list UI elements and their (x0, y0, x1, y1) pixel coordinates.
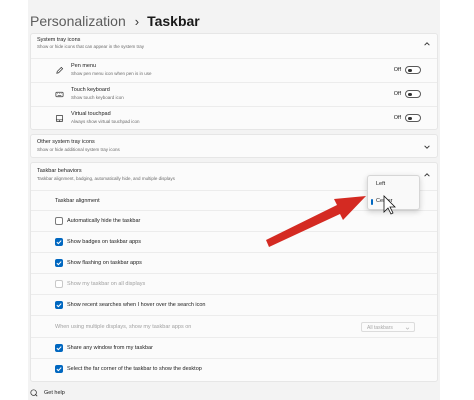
toggle-state-label: Off (393, 115, 401, 121)
row-subtitle: Show touch keyboard icon (71, 95, 124, 100)
all-displays-row: Show my taskbar on all displays (31, 273, 437, 294)
alignment-option-center[interactable]: Center (376, 198, 393, 204)
chevron-down-icon[interactable] (423, 143, 431, 151)
row-title: Touch keyboard (71, 87, 110, 93)
breadcrumb-separator: › (134, 13, 140, 29)
keyboard-icon (55, 90, 64, 99)
multi-display-row: When using multiple displays, show my ta… (31, 315, 437, 337)
section-subtitle: Taskbar alignment, badging, automaticall… (37, 176, 175, 181)
get-help-label: Get help (44, 390, 65, 396)
row-subtitle: Always show virtual touchpad icon (71, 119, 140, 124)
alignment-option-left[interactable]: Left (376, 181, 385, 187)
checkbox-label: Automatically hide the taskbar (67, 218, 141, 224)
help-icon (30, 389, 38, 397)
share-window-row[interactable]: Share any window from my taskbar (31, 337, 437, 358)
flashing-checkbox[interactable] (55, 259, 63, 267)
virtual-touchpad-toggle[interactable] (405, 114, 421, 122)
recent-searches-checkbox[interactable] (55, 301, 63, 309)
chevron-up-icon[interactable] (423, 40, 431, 48)
checkbox-label: Show badges on taskbar apps (67, 239, 141, 245)
checkbox-label: Show flashing on taskbar apps (67, 260, 142, 266)
page-title: Taskbar (147, 13, 200, 29)
row-subtitle: Show pen menu icon when pen is in use (71, 71, 152, 76)
badges-row[interactable]: Show badges on taskbar apps (31, 231, 437, 252)
breadcrumb: Personalization › Taskbar (30, 11, 200, 31)
row-title: Pen menu (71, 63, 97, 69)
system-tray-icons-header[interactable]: System tray icons Show or hide icons tha… (31, 34, 437, 54)
dropdown-value: All taskbars (367, 324, 393, 331)
chevron-down-icon (405, 327, 410, 330)
auto-hide-row[interactable]: Automatically hide the taskbar (31, 210, 437, 231)
breadcrumb-personalization[interactable]: Personalization (30, 13, 126, 29)
section-title: System tray icons (37, 37, 81, 43)
checkbox-label: Show recent searches when I hover over t… (67, 302, 206, 308)
touch-keyboard-row: Touch keyboard Show touch keyboard icon … (31, 82, 437, 106)
section-subtitle: Show or hide additional system tray icon… (37, 147, 120, 152)
show-desktop-checkbox[interactable] (55, 365, 63, 373)
all-displays-checkbox (55, 280, 63, 288)
section-subtitle: Show or hide icons that can appear in th… (37, 44, 145, 49)
toggle-state-label: Off (393, 67, 401, 73)
chevron-up-icon[interactable] (423, 171, 431, 179)
row-title: Virtual touchpad (71, 111, 111, 117)
virtual-touchpad-row: Virtual touchpad Always show virtual tou… (31, 106, 437, 130)
pen-icon (55, 66, 64, 75)
section-title: Taskbar behaviors (37, 168, 82, 174)
pen-menu-row: Pen menu Show pen menu icon when pen is … (31, 58, 437, 82)
checkbox-label: Share any window from my taskbar (67, 345, 153, 351)
recent-searches-row[interactable]: Show recent searches when I hover over t… (31, 294, 437, 315)
touchpad-icon (55, 114, 64, 123)
selection-indicator (371, 199, 373, 205)
system-tray-icons-section: System tray icons Show or hide icons tha… (30, 33, 438, 130)
touch-keyboard-toggle[interactable] (405, 90, 421, 98)
flashing-row[interactable]: Show flashing on taskbar apps (31, 252, 437, 273)
multi-display-label: When using multiple displays, show my ta… (55, 324, 192, 330)
badges-checkbox[interactable] (55, 238, 63, 246)
other-system-tray-icons-section[interactable]: Other system tray icons Show or hide add… (30, 134, 438, 158)
taskbar-alignment-dropdown[interactable]: Left Center (367, 175, 420, 210)
section-title: Other system tray icons (37, 139, 95, 145)
share-window-checkbox[interactable] (55, 344, 63, 352)
checkbox-label: Show my taskbar on all displays (67, 281, 146, 287)
toggle-state-label: Off (393, 91, 401, 97)
pen-menu-toggle[interactable] (405, 66, 421, 74)
taskbar-alignment-label: Taskbar alignment (55, 198, 100, 204)
multi-display-dropdown: All taskbars (361, 322, 415, 332)
checkbox-label: Select the far corner of the taskbar to … (67, 366, 202, 372)
show-desktop-row[interactable]: Select the far corner of the taskbar to … (31, 358, 437, 382)
get-help-link[interactable]: Get help (30, 389, 65, 397)
auto-hide-checkbox[interactable] (55, 217, 63, 225)
